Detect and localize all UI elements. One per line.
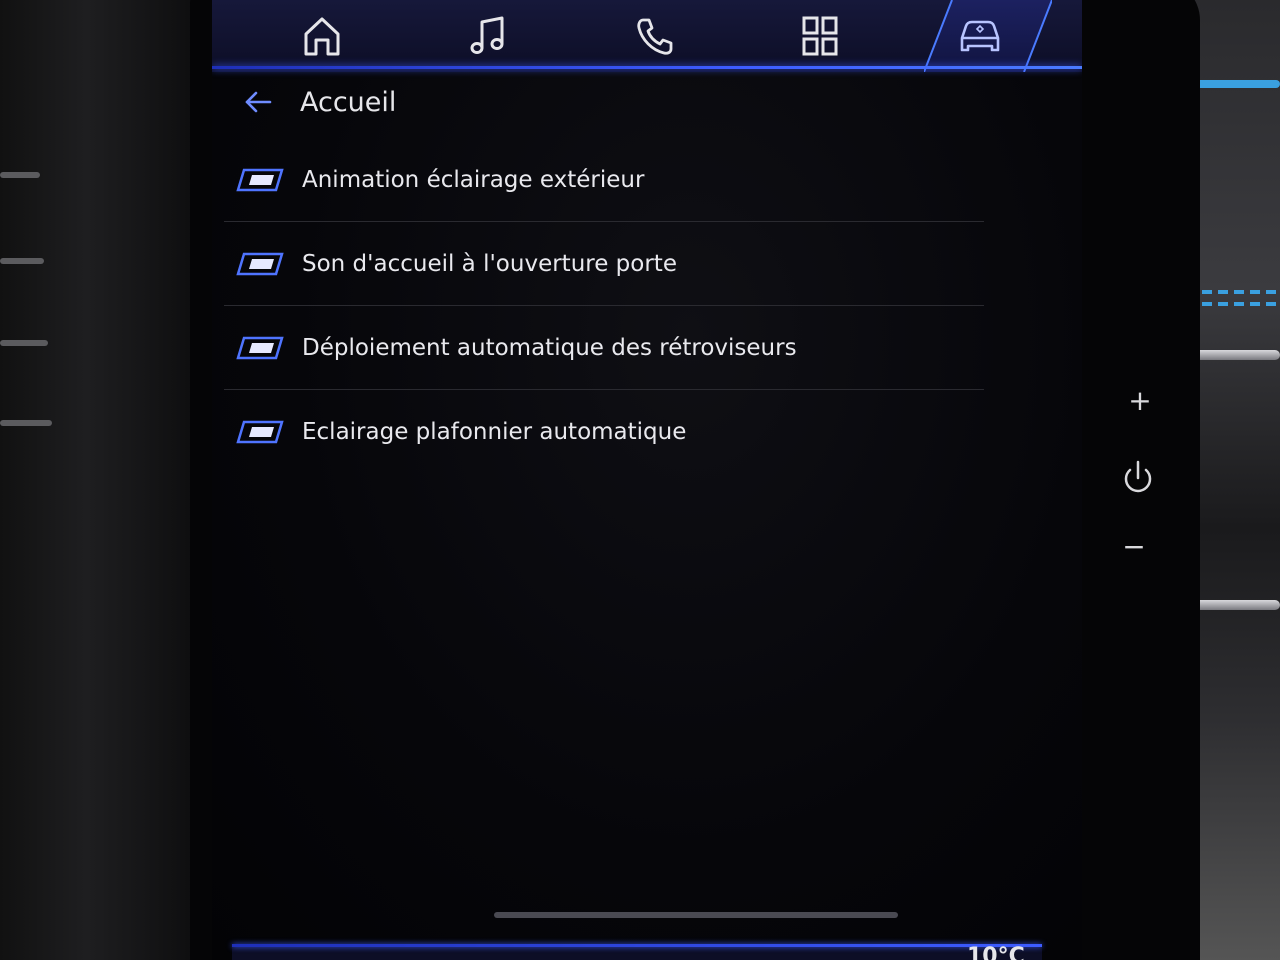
menu-item-mirror-auto-deploy[interactable]: Déploiement automatique des rétroviseurs: [224, 305, 984, 389]
nav-music[interactable]: [458, 10, 518, 62]
blue-trim: [1190, 80, 1280, 88]
settings-menu-list: Animation éclairage extérieur Son d'accu…: [224, 138, 984, 473]
home-icon: [304, 17, 340, 56]
vent-slat: [0, 172, 40, 178]
menu-item-label: Animation éclairage extérieur: [302, 166, 645, 193]
apps-grid-icon: [802, 16, 838, 56]
nav-phone[interactable]: [624, 10, 684, 62]
nav-underline: [212, 66, 1082, 69]
menu-item-label: Déploiement automatique des rétroviseurs: [302, 334, 797, 361]
car-icon: [960, 20, 1000, 52]
top-navigation-bar: [212, 0, 1082, 72]
bottom-status-line: [232, 944, 1042, 947]
menu-item-label: Eclairage plafonnier automatique: [302, 418, 687, 445]
parallelogram-icon: [236, 336, 284, 359]
menu-item-welcome-sound[interactable]: Son d'accueil à l'ouverture porte: [224, 221, 984, 305]
page-header: Accueil: [242, 80, 396, 124]
left-dashboard-panel: [0, 0, 215, 960]
vent-slat: [0, 340, 48, 346]
home-indicator-bar[interactable]: [494, 912, 898, 918]
arrow-left-icon[interactable]: [242, 86, 274, 118]
temperature-readout: 10°C: [967, 944, 1025, 960]
car-dashboard-scene: + − Accueil Animation éclairage extérieu…: [0, 0, 1280, 960]
menu-item-ceiling-light-auto[interactable]: Eclairage plafonnier automatique: [224, 389, 984, 473]
nav-home[interactable]: [292, 10, 352, 62]
parallelogram-icon: [236, 252, 284, 275]
nav-apps[interactable]: [790, 10, 850, 62]
vent-slat: [0, 420, 52, 426]
page-title: Accueil: [300, 86, 397, 118]
infotainment-screen: Accueil Animation éclairage extérieur So…: [212, 0, 1082, 960]
menu-item-label: Son d'accueil à l'ouverture porte: [302, 250, 677, 277]
power-icon[interactable]: [1118, 458, 1158, 498]
volume-down-button[interactable]: −: [1114, 530, 1154, 563]
volume-up-button[interactable]: +: [1120, 384, 1160, 417]
vent-slat: [0, 258, 44, 264]
bottom-status-bar: [232, 947, 1042, 960]
music-icon: [470, 16, 504, 54]
parallelogram-icon: [236, 168, 284, 191]
menu-item-exterior-lighting-animation[interactable]: Animation éclairage extérieur: [224, 138, 984, 221]
parallelogram-icon: [236, 420, 284, 443]
nav-car[interactable]: [950, 10, 1010, 62]
phone-icon: [637, 18, 673, 55]
